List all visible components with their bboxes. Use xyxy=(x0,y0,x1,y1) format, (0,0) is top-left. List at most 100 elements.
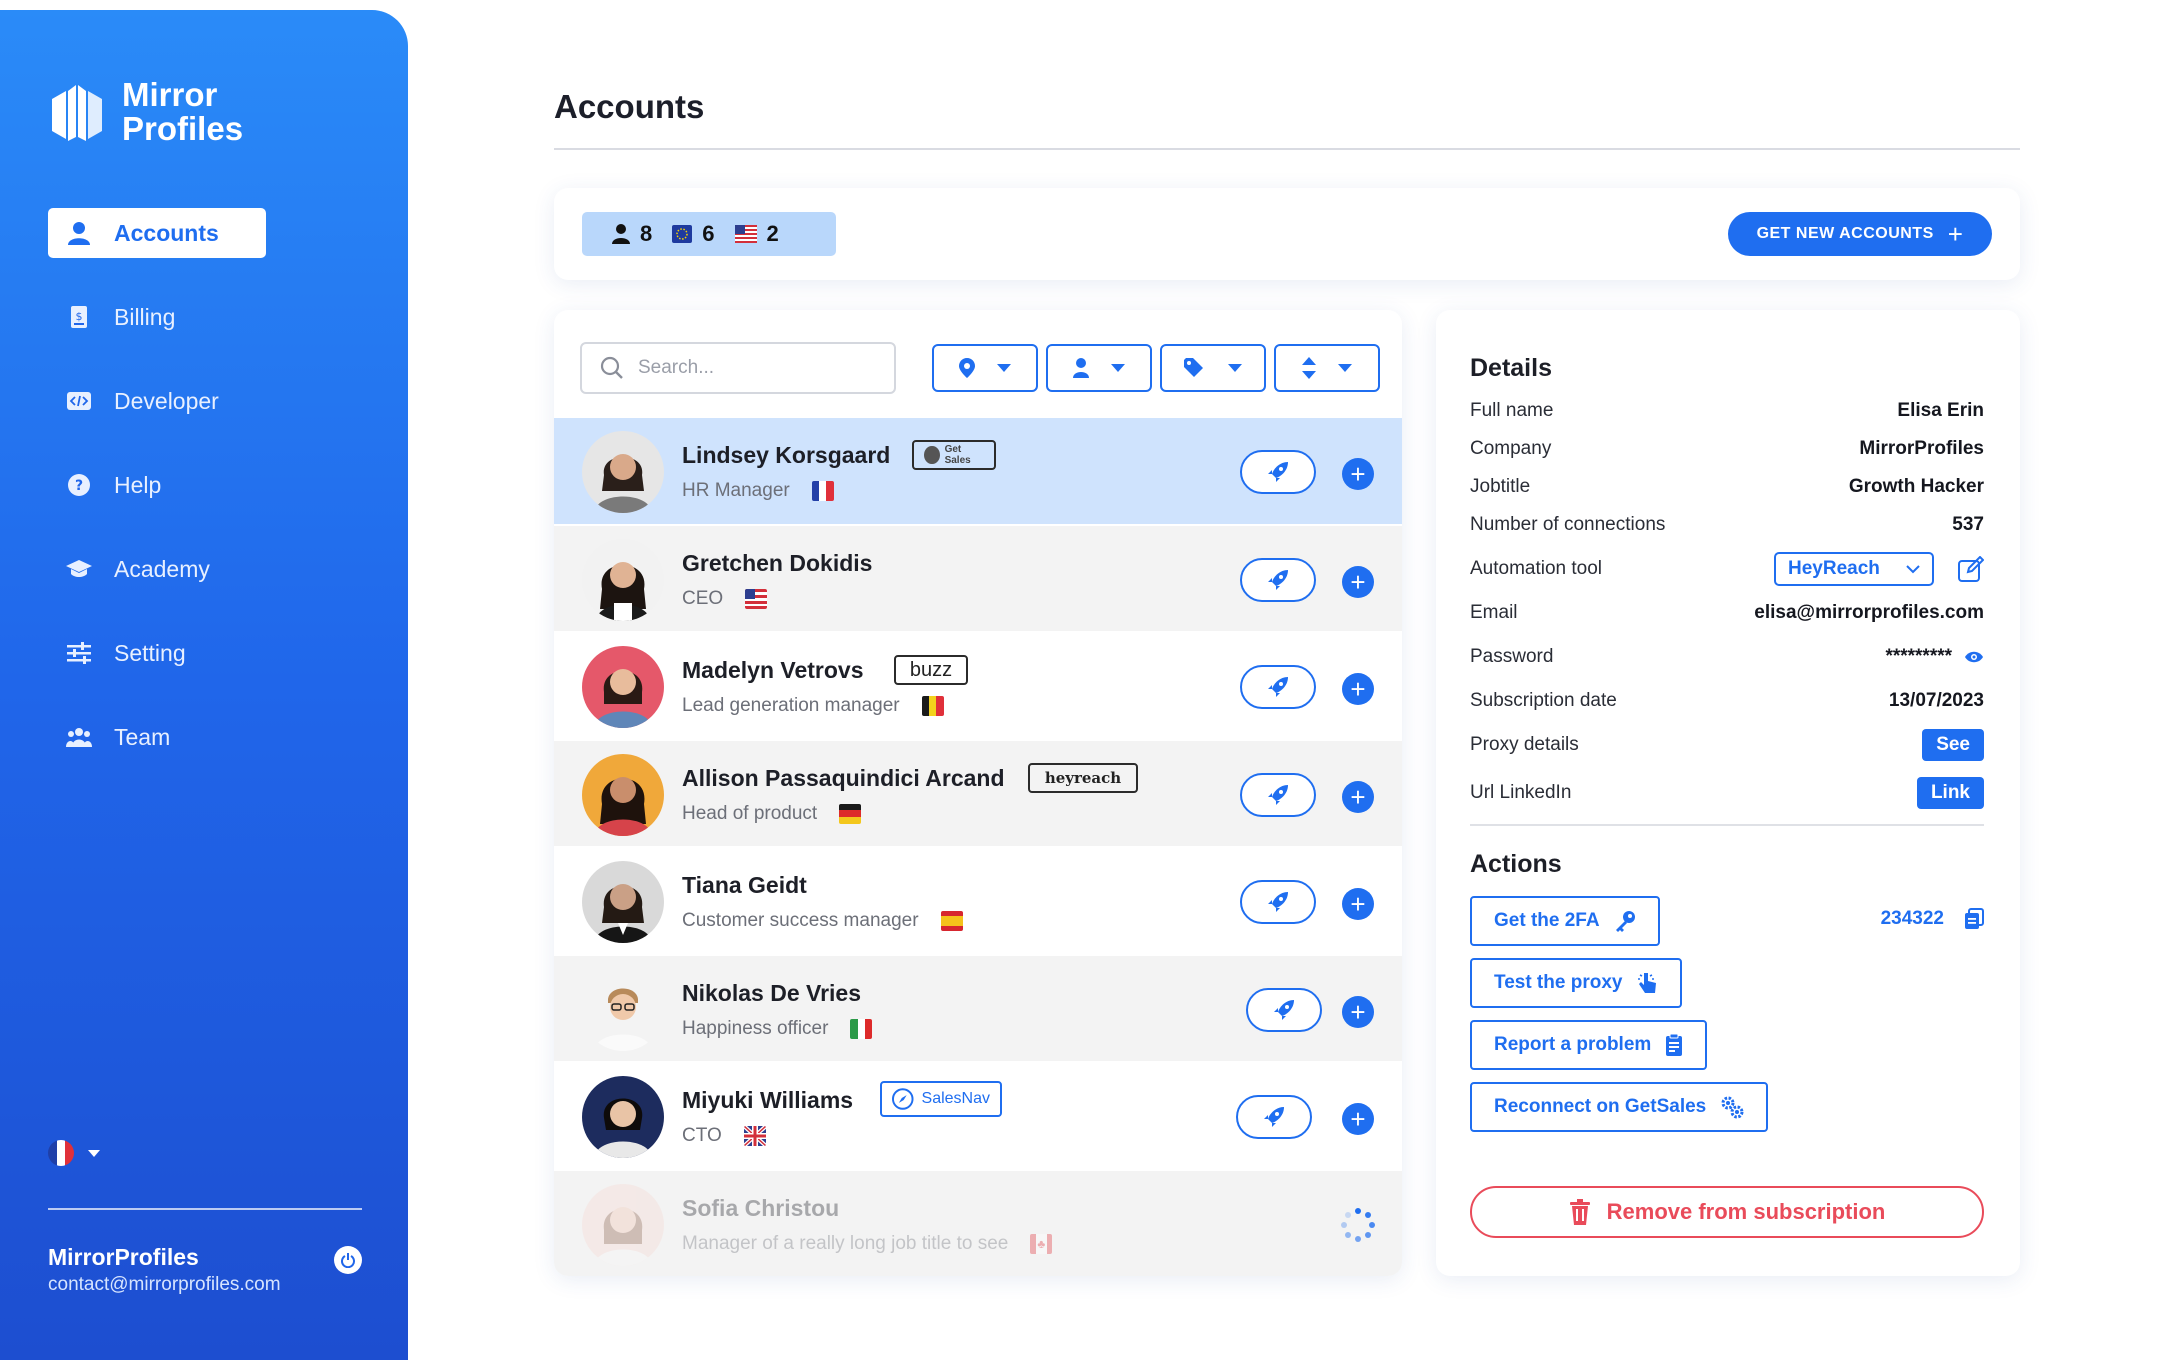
list-item[interactable]: Miyuki Williams SalesNav CTO + xyxy=(554,1063,1402,1171)
proxy-row: Proxy details See xyxy=(1470,729,1984,761)
email-value[interactable]: elisa@mirrorprofiles.com xyxy=(1754,602,1984,624)
tool-label: buzz xyxy=(909,658,953,681)
sidebar-item-billing[interactable]: $ Billing xyxy=(48,292,266,342)
eu-flag-icon xyxy=(672,225,693,243)
list-item[interactable]: Nikolas De Vries Happiness officer + xyxy=(554,955,1402,1063)
add-button[interactable]: + xyxy=(1342,565,1374,598)
brand-line-1: Mirror xyxy=(122,76,218,113)
sidebar-item-help[interactable]: ? Help xyxy=(48,460,266,510)
accounts-list-panel: Lindsey Korsgaard Get Sales HR Manager +… xyxy=(554,310,1402,1276)
launch-rocket-button[interactable] xyxy=(1240,772,1316,817)
sidebar-item-academy[interactable]: Academy xyxy=(48,544,266,594)
test-proxy-label: Test the proxy xyxy=(1494,972,1623,993)
add-button[interactable]: + xyxy=(1342,780,1374,813)
sliders-icon xyxy=(66,640,92,666)
launch-rocket-button[interactable] xyxy=(1246,987,1322,1032)
buzz-badge: buzz xyxy=(894,655,968,685)
hand-pointer-icon xyxy=(1638,973,1657,993)
list-item[interactable]: Gretchen Dokidis CEO + xyxy=(554,525,1402,633)
search-box[interactable] xyxy=(580,342,896,394)
account-role-line: Happiness officer xyxy=(682,1018,873,1040)
add-button[interactable]: + xyxy=(1342,888,1374,920)
test-proxy-button[interactable]: Test the proxy xyxy=(1470,958,1683,1008)
add-button[interactable]: + xyxy=(1342,995,1374,1028)
detail-label: Proxy details xyxy=(1470,734,1579,755)
avatar xyxy=(582,431,664,513)
subscription-row: Subscription date 13/07/2023 xyxy=(1470,686,1984,716)
title-divider xyxy=(554,148,2020,150)
launch-rocket-button[interactable] xyxy=(1240,557,1316,602)
remove-label: Remove from subscription xyxy=(1606,1199,1886,1224)
list-item[interactable]: Allison Passaquindici Arcand heyreach He… xyxy=(554,740,1402,848)
automation-tool-row: Automation tool HeyReach xyxy=(1470,552,1984,586)
canada-flag-icon: ♣ xyxy=(1030,1233,1053,1254)
spain-flag-icon xyxy=(940,911,963,931)
launch-rocket-button[interactable] xyxy=(1240,450,1316,494)
filter-user[interactable] xyxy=(1046,344,1152,392)
subscription-date-value: 13/07/2023 xyxy=(1888,690,1984,711)
list-item[interactable]: Sofia Christou Manager of a really long … xyxy=(554,1170,1402,1276)
reconnect-getsales-button[interactable]: Reconnect on GetSales xyxy=(1470,1082,1769,1132)
list-item[interactable]: Madelyn Vetrovs buzz Lead generation man… xyxy=(554,633,1402,741)
section-divider xyxy=(1470,824,1984,826)
account-role: Head of product xyxy=(682,802,818,824)
salesnav-badge: SalesNav xyxy=(880,1081,1002,1117)
key-icon xyxy=(1615,911,1635,932)
account-role: Customer success manager xyxy=(682,910,919,931)
edit-icon[interactable] xyxy=(1958,556,1984,582)
plus-icon: + xyxy=(1947,219,1964,249)
password-row: Password ********* xyxy=(1470,642,1984,672)
sidebar-item-developer[interactable]: Developer xyxy=(48,376,266,426)
avatar xyxy=(582,538,664,621)
copy-icon[interactable] xyxy=(1964,908,1984,930)
eye-icon[interactable] xyxy=(1964,650,1984,664)
launch-rocket-button[interactable] xyxy=(1236,1095,1312,1139)
stat-total-value: 8 xyxy=(640,221,653,246)
brand-logo[interactable]: Mirror Profiles xyxy=(48,78,243,146)
detail-row: Company MirrorProfiles xyxy=(1470,434,1984,464)
tool-label: heyreach xyxy=(1044,768,1122,787)
filter-sort[interactable] xyxy=(1274,344,1380,392)
sidebar-item-team[interactable]: Team xyxy=(48,712,266,762)
get-2fa-button[interactable]: Get the 2FA xyxy=(1470,896,1660,946)
filter-location[interactable] xyxy=(932,344,1038,392)
account-role-line: CEO xyxy=(682,588,768,610)
launch-rocket-button[interactable] xyxy=(1240,880,1316,924)
add-button[interactable]: + xyxy=(1342,673,1374,705)
avatar xyxy=(582,861,664,943)
linkedin-link-button[interactable]: Link xyxy=(1916,777,1984,809)
sidebar-item-setting[interactable]: Setting xyxy=(48,628,266,678)
chevron-down-icon xyxy=(1906,565,1920,574)
loading-spinner-icon xyxy=(1340,1207,1376,1243)
sidebar-nav: Accounts $ Billing Developer ? Help Acad… xyxy=(48,208,266,796)
report-problem-button[interactable]: Report a problem xyxy=(1470,1020,1708,1070)
detail-label: Email xyxy=(1470,602,1518,623)
accounts-list: Lindsey Korsgaard Get Sales HR Manager +… xyxy=(554,418,1402,1276)
get-new-accounts-button[interactable]: GET NEW ACCOUNTS + xyxy=(1728,212,1992,256)
belgium-flag-icon xyxy=(921,696,944,716)
detail-label: Jobtitle xyxy=(1470,476,1531,497)
add-button[interactable]: + xyxy=(1342,1103,1374,1135)
detail-label: Subscription date xyxy=(1470,690,1617,711)
list-item[interactable]: Lindsey Korsgaard Get Sales HR Manager + xyxy=(554,418,1402,526)
germany-flag-icon xyxy=(839,803,862,824)
user-icon xyxy=(1073,358,1089,378)
detail-label: Password xyxy=(1470,646,1554,667)
user-icon xyxy=(66,220,92,246)
report-problem-label: Report a problem xyxy=(1494,1034,1652,1055)
search-input[interactable] xyxy=(638,357,868,379)
language-selector[interactable] xyxy=(48,1140,100,1166)
launch-rocket-button[interactable] xyxy=(1240,665,1316,709)
avatar xyxy=(582,1076,664,1158)
add-button[interactable]: + xyxy=(1342,458,1374,490)
see-proxy-button[interactable]: See xyxy=(1922,729,1984,761)
sidebar-item-accounts[interactable]: Accounts xyxy=(48,208,266,258)
logout-power-icon[interactable] xyxy=(334,1246,362,1274)
list-item[interactable]: Tiana Geidt Customer success manager + xyxy=(554,848,1402,956)
remove-from-subscription-button[interactable]: Remove from subscription xyxy=(1470,1186,1984,1238)
user-name: MirrorProfiles xyxy=(48,1244,199,1270)
filter-tag[interactable] xyxy=(1160,344,1266,392)
automation-tool-select[interactable]: HeyReach xyxy=(1774,552,1934,586)
detail-value: 537 xyxy=(1952,514,1984,535)
code-icon xyxy=(66,388,92,414)
